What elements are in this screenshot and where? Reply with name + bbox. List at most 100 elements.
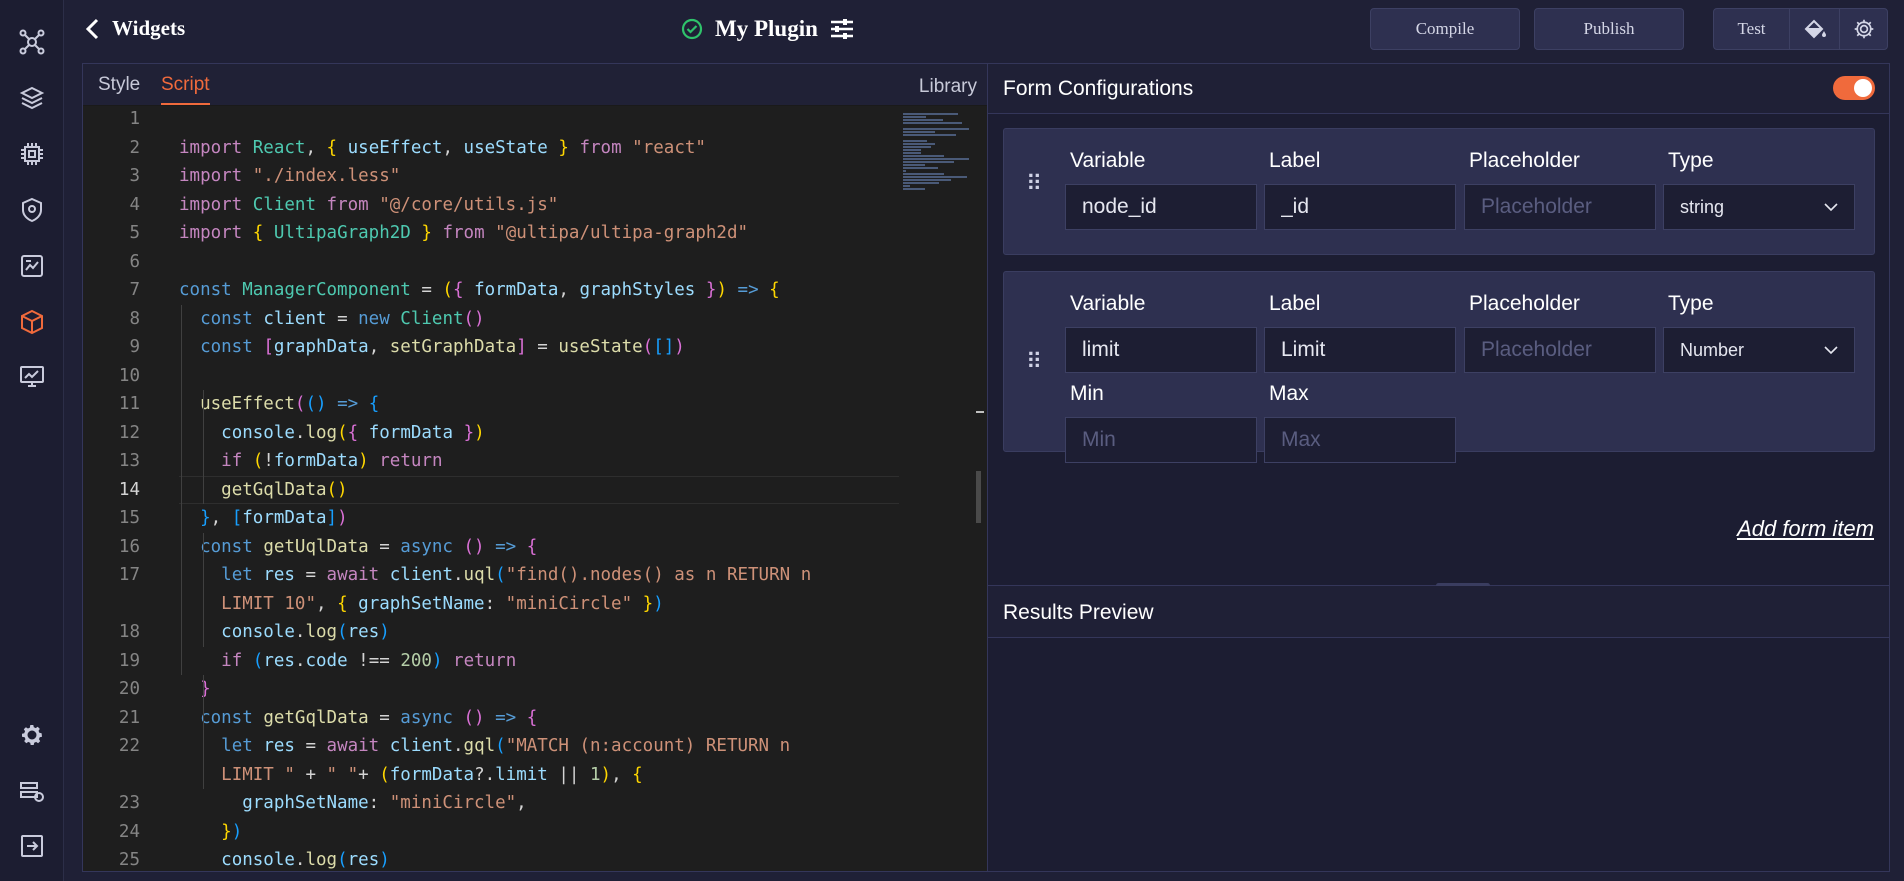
code-minimap[interactable] bbox=[903, 106, 987, 871]
line-number: 18 bbox=[118, 622, 140, 642]
scrollbar-marker bbox=[976, 411, 984, 413]
editor-scrollbar[interactable] bbox=[976, 471, 981, 523]
code-line[interactable]: 3 import "./index.less" bbox=[83, 162, 903, 190]
line-number: 2 bbox=[129, 137, 140, 158]
tab-style[interactable]: Style bbox=[98, 74, 140, 103]
indent-guide bbox=[203, 532, 204, 647]
code-line[interactable]: 6 bbox=[83, 248, 903, 276]
line-number: 7 bbox=[129, 280, 140, 300]
minimap-line bbox=[903, 161, 954, 163]
placeholder-input[interactable] bbox=[1464, 327, 1656, 373]
code-line[interactable]: 17 let res = await client.uql("find().no… bbox=[83, 561, 903, 589]
code-text: import Client from "@/core/utils.js" bbox=[179, 194, 559, 215]
minimap-line bbox=[903, 140, 928, 142]
minimap-line bbox=[903, 116, 927, 118]
minimap-line bbox=[903, 188, 925, 190]
code-line[interactable]: 4 import Client from "@/core/utils.js" bbox=[83, 191, 903, 219]
chip-icon[interactable] bbox=[18, 140, 46, 168]
code-text: LIMIT " + " "+ (formData?.limit || 1), { bbox=[221, 764, 643, 785]
placeholder-input[interactable] bbox=[1464, 184, 1656, 230]
code-line[interactable]: 23 graphSetName: "miniCircle", bbox=[83, 789, 903, 817]
minimap-line bbox=[903, 131, 935, 133]
code-line[interactable]: 21 const getGqlData = async () => { bbox=[83, 704, 903, 732]
type-select[interactable]: string bbox=[1663, 184, 1855, 230]
form-config-toggle[interactable] bbox=[1833, 76, 1875, 100]
server-icon[interactable] bbox=[18, 777, 46, 805]
gear-icon bbox=[1854, 19, 1873, 39]
code-line[interactable]: 18 console.log(res) bbox=[83, 618, 903, 646]
code-line[interactable]: 2 import React, { useEffect, useState } f… bbox=[83, 134, 903, 162]
minimap-line bbox=[903, 122, 963, 124]
code-line[interactable]: 15 }, [formData]) bbox=[83, 504, 903, 532]
placeholder-label: Placeholder bbox=[1469, 149, 1580, 172]
plugin-title: My Plugin bbox=[715, 16, 818, 41]
line-number: 13 bbox=[118, 451, 140, 471]
code-line[interactable]: 12 console.log({ formData }) bbox=[83, 419, 903, 447]
code-line[interactable]: 22 let res = await client.gql("MATCH (n:… bbox=[83, 732, 903, 760]
library-tab[interactable]: Library bbox=[919, 76, 977, 98]
drag-handle-icon[interactable]: ⠿ bbox=[1026, 351, 1042, 373]
line-number: 5 bbox=[129, 223, 140, 243]
code-text: if (res.code !== 200) return bbox=[221, 650, 517, 671]
code-line[interactable]: 25 console.log(res) bbox=[83, 846, 903, 871]
code-line[interactable]: LIMIT " + " "+ (formData?.limit || 1), { bbox=[83, 761, 903, 789]
tab-script[interactable]: Script bbox=[161, 74, 210, 105]
variable-input[interactable] bbox=[1065, 184, 1257, 230]
shield-location-icon[interactable] bbox=[18, 196, 46, 224]
form-config-header: Form Configurations bbox=[988, 64, 1889, 114]
box-icon[interactable] bbox=[18, 308, 46, 336]
min-input[interactable] bbox=[1065, 417, 1257, 463]
variable-input[interactable] bbox=[1065, 327, 1257, 373]
add-form-item-link[interactable]: Add form item bbox=[1737, 516, 1874, 542]
results-preview-title: Results Preview bbox=[1003, 601, 1154, 624]
exit-icon[interactable] bbox=[18, 832, 46, 860]
code-line[interactable]: 1 bbox=[83, 106, 903, 133]
code-line[interactable]: 16 const getUqlData = async () => { bbox=[83, 533, 903, 561]
drag-handle-icon[interactable]: ⠿ bbox=[1026, 173, 1042, 195]
code-line[interactable]: 20 } bbox=[83, 675, 903, 703]
placeholder-label: Placeholder bbox=[1469, 292, 1580, 315]
code-line[interactable]: 5 import { UltipaGraph2D } from "@ultipa/… bbox=[83, 219, 903, 247]
code-line[interactable]: LIMIT 10", { graphSetName: "miniCircle" … bbox=[83, 590, 903, 618]
code-line[interactable]: 9 const [graphData, setGraphData] = useS… bbox=[83, 333, 903, 361]
min-label: Min bbox=[1070, 382, 1104, 405]
line-number: 11 bbox=[118, 394, 140, 414]
form-item-card: ⠿ Variable Label Placeholder Type string bbox=[1003, 128, 1875, 255]
code-line[interactable]: 13 if (!formData) return bbox=[83, 447, 903, 475]
code-line[interactable]: 10 bbox=[83, 362, 903, 390]
layers-icon[interactable] bbox=[18, 84, 46, 112]
compile-button[interactable]: Compile bbox=[1370, 8, 1520, 50]
code-editor[interactable]: 1 2 import React, { useEffect, useState } … bbox=[83, 106, 987, 871]
check-circle-icon bbox=[681, 18, 703, 40]
line-number: 6 bbox=[129, 251, 140, 272]
sliders-icon[interactable] bbox=[830, 18, 854, 40]
report-icon[interactable] bbox=[18, 252, 46, 280]
code-line[interactable]: 24 }) bbox=[83, 818, 903, 846]
monitor-chart-icon[interactable] bbox=[18, 362, 46, 390]
back-button[interactable]: Widgets bbox=[84, 16, 185, 41]
code-text: console.log(res) bbox=[221, 850, 390, 870]
code-line[interactable]: 11 useEffect(() => { bbox=[83, 390, 903, 418]
code-text: useEffect(() => { bbox=[200, 394, 380, 414]
settings-button[interactable] bbox=[1840, 9, 1887, 49]
code-line[interactable]: 19 if (res.code !== 200) return bbox=[83, 647, 903, 675]
code-line[interactable]: 8 const client = new Client() bbox=[83, 305, 903, 333]
line-number: 17 bbox=[118, 565, 140, 585]
test-button[interactable]: Test bbox=[1714, 9, 1790, 49]
code-line[interactable]: 7 const ManagerComponent = ({ formData, g… bbox=[83, 276, 903, 304]
label-input[interactable] bbox=[1264, 327, 1456, 373]
publish-button[interactable]: Publish bbox=[1534, 8, 1684, 50]
label-label: Label bbox=[1269, 292, 1321, 315]
minimap-line bbox=[903, 176, 967, 178]
max-input[interactable] bbox=[1264, 417, 1456, 463]
chevron-down-icon bbox=[1824, 202, 1838, 211]
settings-icon[interactable] bbox=[18, 721, 46, 749]
code-text: const [graphData, setGraphData] = useSta… bbox=[200, 337, 685, 357]
code-line[interactable]: 14 getGqlData() bbox=[83, 476, 903, 504]
type-label: Type bbox=[1668, 292, 1714, 315]
indent-guide bbox=[203, 675, 204, 789]
paint-bucket-button[interactable] bbox=[1790, 9, 1840, 49]
type-select[interactable]: Number bbox=[1663, 327, 1855, 373]
label-input[interactable] bbox=[1264, 184, 1456, 230]
cluster-icon[interactable] bbox=[18, 28, 46, 56]
